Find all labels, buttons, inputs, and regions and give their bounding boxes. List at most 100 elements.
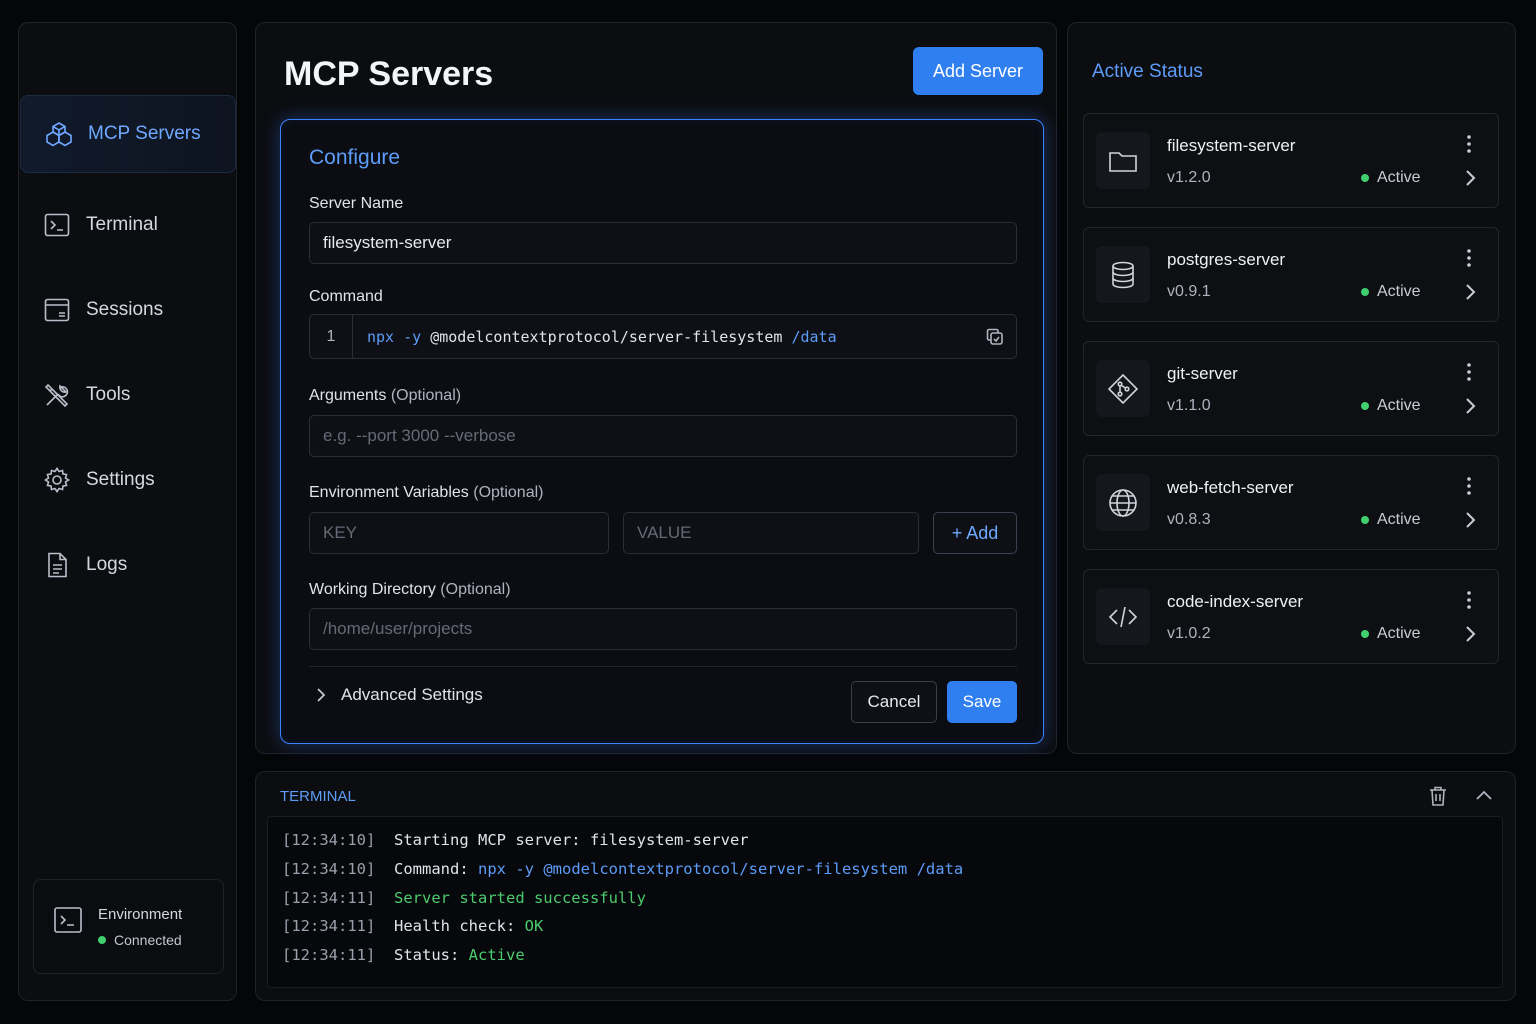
terminal-title: TERMINAL xyxy=(280,788,356,805)
sidebar-item-label: Settings xyxy=(86,469,155,490)
log-active: Active xyxy=(468,946,525,964)
document-icon xyxy=(42,550,72,580)
tools-icon xyxy=(42,380,72,410)
log-ok: OK xyxy=(524,917,544,935)
server-name: web-fetch-server xyxy=(1167,478,1294,497)
command-bin: npx xyxy=(367,328,395,346)
advanced-settings-label: Advanced Settings xyxy=(341,685,483,704)
terminal-icon xyxy=(42,210,72,240)
optional-hint: (Optional) xyxy=(473,484,544,501)
line-number: 1 xyxy=(310,315,353,358)
more-vertical-icon[interactable] xyxy=(1462,362,1476,382)
code-icon xyxy=(1096,588,1150,645)
log-timestamp: [12:34:11] xyxy=(282,946,376,964)
server-card[interactable]: postgres-server v0.9.1 Active xyxy=(1083,227,1499,322)
status-dot xyxy=(1361,402,1369,410)
trash-icon[interactable] xyxy=(1428,785,1448,807)
git-icon xyxy=(1096,360,1150,417)
sidebar-item-label: MCP Servers xyxy=(88,123,201,144)
sidebar-item-terminal[interactable]: Terminal xyxy=(19,186,236,264)
status-text: Active xyxy=(1377,511,1421,528)
chevron-right-icon[interactable] xyxy=(1462,510,1478,530)
environment-status[interactable]: Environment Connected xyxy=(33,879,224,974)
environment-label: Environment xyxy=(98,906,183,923)
status-dot xyxy=(1361,516,1369,524)
log-label: Status: xyxy=(394,946,460,964)
command-flag: -y xyxy=(403,328,422,346)
log-timestamp: [12:34:11] xyxy=(282,917,376,935)
optional-hint: (Optional) xyxy=(390,387,462,404)
more-vertical-icon[interactable] xyxy=(1462,476,1476,496)
chevron-right-icon[interactable] xyxy=(1462,282,1478,302)
command-label: Command xyxy=(309,288,383,305)
optional-hint: (Optional) xyxy=(440,581,511,598)
command-code: npx -y @modelcontextprotocol/server-file… xyxy=(367,328,837,346)
sidebar-item-label: Tools xyxy=(86,384,131,405)
more-vertical-icon[interactable] xyxy=(1462,134,1476,154)
log-text: Starting MCP server: filesystem-server xyxy=(394,831,749,849)
cube-cluster-icon xyxy=(44,119,74,149)
arguments-label: Arguments (Optional) xyxy=(309,387,461,405)
env-vars-label-text: Environment Variables xyxy=(309,484,469,501)
sidebar-item-settings[interactable]: Settings xyxy=(19,441,236,519)
log-command: npx -y @modelcontextprotocol/server-file… xyxy=(478,860,964,878)
chevron-right-icon[interactable] xyxy=(1462,168,1478,188)
advanced-settings-toggle[interactable]: Advanced Settings xyxy=(313,685,483,705)
cancel-button[interactable]: Cancel xyxy=(851,681,937,723)
main-panel: MCP Servers Add Server Configure Server … xyxy=(255,22,1057,754)
arguments-input[interactable] xyxy=(309,415,1017,457)
server-name-input[interactable] xyxy=(309,222,1017,264)
sidebar-item-label: Logs xyxy=(86,554,128,575)
status-text: Active xyxy=(1377,625,1421,642)
server-card[interactable]: filesystem-server v1.2.0 Active xyxy=(1083,113,1499,208)
status-badge: Active xyxy=(1361,169,1421,187)
env-vars-label: Environment Variables (Optional) xyxy=(309,484,543,502)
environment-connection-status: Connected xyxy=(98,932,182,948)
add-server-button[interactable]: Add Server xyxy=(913,47,1043,95)
server-version: v1.1.0 xyxy=(1167,397,1211,414)
env-key-input[interactable] xyxy=(309,512,609,554)
status-text: Active xyxy=(1377,283,1421,300)
chevron-up-icon[interactable] xyxy=(1474,786,1494,806)
terminal-panel: TERMINAL [12:34:10] Starting MCP server:… xyxy=(255,771,1516,1001)
terminal-icon xyxy=(52,904,84,941)
log-timestamp: [12:34:10] xyxy=(282,831,376,849)
folder-icon xyxy=(1096,132,1150,189)
copy-icon[interactable] xyxy=(985,327,1005,347)
sidebar-item-tools[interactable]: Tools xyxy=(19,356,236,434)
server-card[interactable]: git-server v1.1.0 Active xyxy=(1083,341,1499,436)
environment-status-text: Connected xyxy=(114,932,182,948)
add-env-button[interactable]: + Add xyxy=(933,512,1017,554)
log-line: [12:34:11] Status: Active xyxy=(282,946,525,964)
env-value-input[interactable] xyxy=(623,512,919,554)
workdir-input[interactable] xyxy=(309,608,1017,650)
sidebar-item-logs[interactable]: Logs xyxy=(19,526,236,604)
sessions-icon xyxy=(42,295,72,325)
page-title: MCP Servers xyxy=(284,55,494,93)
server-card[interactable]: web-fetch-server v0.8.3 Active xyxy=(1083,455,1499,550)
gear-icon xyxy=(42,465,72,495)
terminal-output[interactable]: [12:34:10] Starting MCP server: filesyst… xyxy=(267,816,1503,988)
status-badge: Active xyxy=(1361,283,1421,301)
server-card[interactable]: code-index-server v1.0.2 Active xyxy=(1083,569,1499,664)
log-timestamp: [12:34:10] xyxy=(282,860,376,878)
status-badge: Active xyxy=(1361,511,1421,529)
chevron-right-icon[interactable] xyxy=(1462,624,1478,644)
command-editor[interactable]: 1 npx -y @modelcontextprotocol/server-fi… xyxy=(309,314,1017,359)
workdir-label-text: Working Directory xyxy=(309,581,436,598)
status-dot xyxy=(1361,174,1369,182)
log-success: Server started successfully xyxy=(394,889,646,907)
status-text: Active xyxy=(1377,397,1421,414)
save-button[interactable]: Save xyxy=(947,681,1017,723)
sidebar-item-mcp-servers[interactable]: MCP Servers xyxy=(20,95,236,173)
sidebar-item-sessions[interactable]: Sessions xyxy=(19,271,236,349)
more-vertical-icon[interactable] xyxy=(1462,248,1476,268)
log-label: Command: xyxy=(394,860,469,878)
chevron-right-icon[interactable] xyxy=(1462,396,1478,416)
sidebar-item-label: Sessions xyxy=(86,299,164,320)
server-name: filesystem-server xyxy=(1167,136,1296,155)
more-vertical-icon[interactable] xyxy=(1462,590,1476,610)
log-timestamp: [12:34:11] xyxy=(282,889,376,907)
status-badge: Active xyxy=(1361,625,1421,643)
status-text: Active xyxy=(1377,169,1421,186)
